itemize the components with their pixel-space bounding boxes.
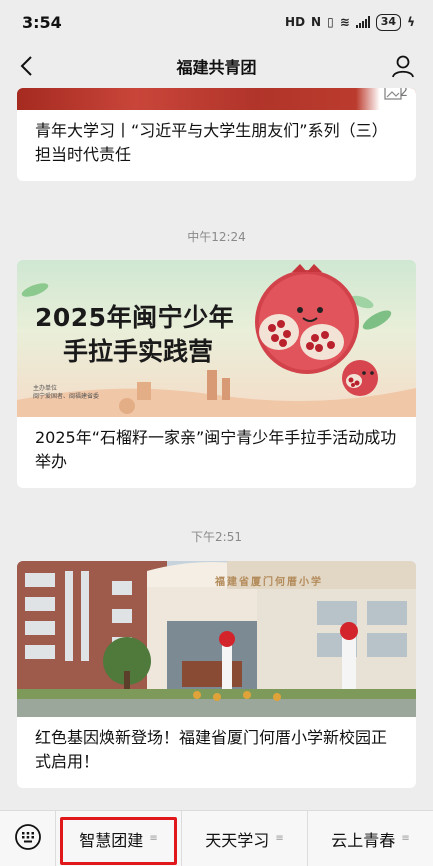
- status-bar: 3:54 HD N ▯ ≋ 34 ϟ: [0, 0, 433, 44]
- article-title[interactable]: 青年大学习丨“习近平与大学生朋友们”系列（三）担当时代责任: [17, 110, 416, 181]
- submenu-icon: ≡: [149, 833, 158, 844]
- status-time: 3:54: [22, 12, 62, 32]
- banner-subheadline: 手拉手实践营: [63, 337, 214, 366]
- bottom-menu-bar: 智慧团建 ≡ 天天学习 ≡ 云上青春 ≡: [0, 810, 433, 866]
- submenu-icon: ≡: [275, 833, 284, 844]
- nav-bar: 福建共青团: [0, 44, 433, 88]
- menu-item-label: 天天学习: [205, 830, 270, 850]
- charging-icon: ϟ: [407, 15, 415, 29]
- message-timestamp: 中午12:24: [187, 230, 246, 244]
- submenu-icon: ≡: [401, 833, 410, 844]
- article-title[interactable]: 2025年“石榴籽一家亲”闽宁青少年手拉手活动成功举办: [17, 417, 416, 488]
- banner-headline: 2025年闽宁少年: [35, 303, 235, 332]
- article-banner: 2025年闽宁少年 手拉手实践营 主办单位 闽宁爱国者、闽福建省委: [17, 260, 416, 417]
- status-icons: HD N ▯ ≋ 34 ϟ: [285, 13, 415, 31]
- article-title[interactable]: 红色基因焕新登场！福建省厦门何厝小学新校园正式启用！: [17, 717, 416, 788]
- page-title: 福建共青团: [176, 58, 257, 77]
- keyboard-icon: [14, 823, 42, 855]
- message-list[interactable]: 2 青年大学习丨“习近平与大学生朋友们”系列（三）担当时代责任 中午12:24: [0, 88, 433, 810]
- menu-item-label: 智慧团建: [79, 830, 144, 850]
- article-thumbnail: 2: [17, 88, 416, 110]
- menu-item-zhihui-tuanjian[interactable]: 智慧团建 ≡: [56, 810, 182, 866]
- message-timestamp: 下午2:51: [191, 530, 242, 544]
- battery-indicator: 34: [375, 13, 402, 31]
- image-count: 2: [399, 88, 408, 100]
- article-card[interactable]: 2025年闽宁少年 手拉手实践营 主办单位 闽宁爱国者、闽福建省委 2025年“…: [17, 260, 416, 488]
- hd-icon: HD: [285, 15, 306, 29]
- menu-item-label: 云上青春: [331, 830, 396, 850]
- menu-item-tiantian-xuexi[interactable]: 天天学习 ≡: [182, 810, 308, 866]
- back-arrow-icon[interactable]: [14, 52, 42, 80]
- wifi-icon: ≋: [339, 15, 350, 29]
- nfc-icon: N: [311, 15, 322, 29]
- keyboard-toggle-button[interactable]: [0, 810, 56, 866]
- article-card[interactable]: 2 青年大学习丨“习近平与大学生朋友们”系列（三）担当时代责任: [17, 88, 416, 181]
- menu-item-yunshang-qingchun[interactable]: 云上青春 ≡: [308, 811, 433, 866]
- article-photo: 福建省厦门何厝小学: [17, 561, 416, 717]
- user-profile-icon[interactable]: [389, 52, 417, 80]
- school-sign: 福建省厦门何厝小学: [215, 577, 323, 588]
- banner-organizer: 主办单位 闽宁爱国者、闽福建省委: [33, 385, 100, 400]
- article-card[interactable]: 福建省厦门何厝小学 红色基因焕新登场！福建省厦门何厝小学新校园正式启用！: [17, 561, 416, 788]
- vibrate-icon: ▯: [327, 15, 334, 29]
- signal-icon: [355, 16, 370, 28]
